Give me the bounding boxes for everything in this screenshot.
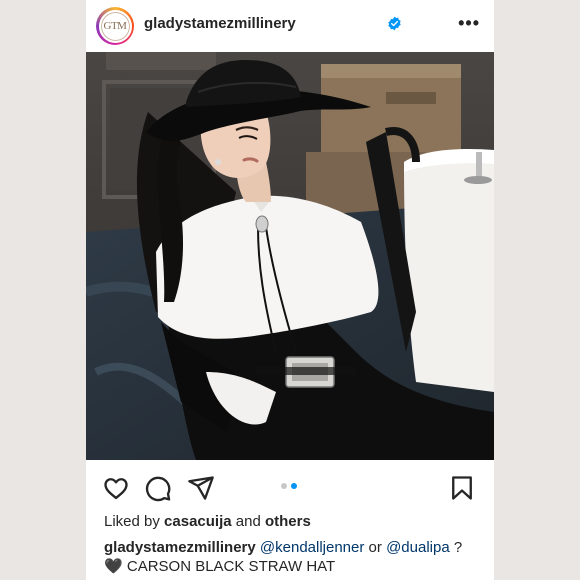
carousel-dot (281, 483, 287, 489)
likes-others[interactable]: others (265, 513, 311, 530)
mention-link[interactable]: @kendalljenner (260, 539, 364, 556)
avatar[interactable]: GTM (96, 7, 134, 45)
share-icon[interactable] (187, 474, 215, 502)
likes-conj: and (235, 513, 261, 530)
post-photo[interactable] (86, 52, 494, 460)
instagram-post-card: GTM gladystamezmillinery ••• Liked by ca… (86, 0, 494, 580)
comment-icon[interactable] (144, 474, 172, 502)
heart-icon[interactable] (102, 474, 130, 502)
black-heart-icon: 🖤 (104, 558, 123, 575)
post-username[interactable]: gladystamezmillinery (144, 15, 296, 32)
carousel-dot-active (291, 483, 297, 489)
avatar-logo: GTM (98, 9, 132, 43)
verified-badge-icon (388, 16, 401, 31)
caption-username[interactable]: gladystamezmillinery (104, 539, 256, 556)
carousel-indicator (281, 483, 297, 489)
likes-line: Liked by casacuija and others (104, 513, 311, 530)
bookmark-icon[interactable] (448, 474, 476, 502)
action-bar (86, 466, 494, 508)
more-dots-icon[interactable]: ••• (458, 13, 480, 34)
caption-qmark: ? (453, 539, 463, 556)
photo-illustration (86, 52, 494, 460)
likes-prefix: Liked by (104, 513, 160, 530)
post-header: GTM gladystamezmillinery ••• (86, 0, 494, 52)
post-caption: gladystamezmillinery @kendalljenner or @… (104, 538, 489, 576)
caption-text: CARSON BLACK STRAW HAT (126, 558, 336, 575)
mention-link[interactable]: @dualipa (386, 539, 450, 556)
liked-by-user[interactable]: casacuija (164, 513, 232, 530)
caption-or: or (368, 539, 382, 556)
